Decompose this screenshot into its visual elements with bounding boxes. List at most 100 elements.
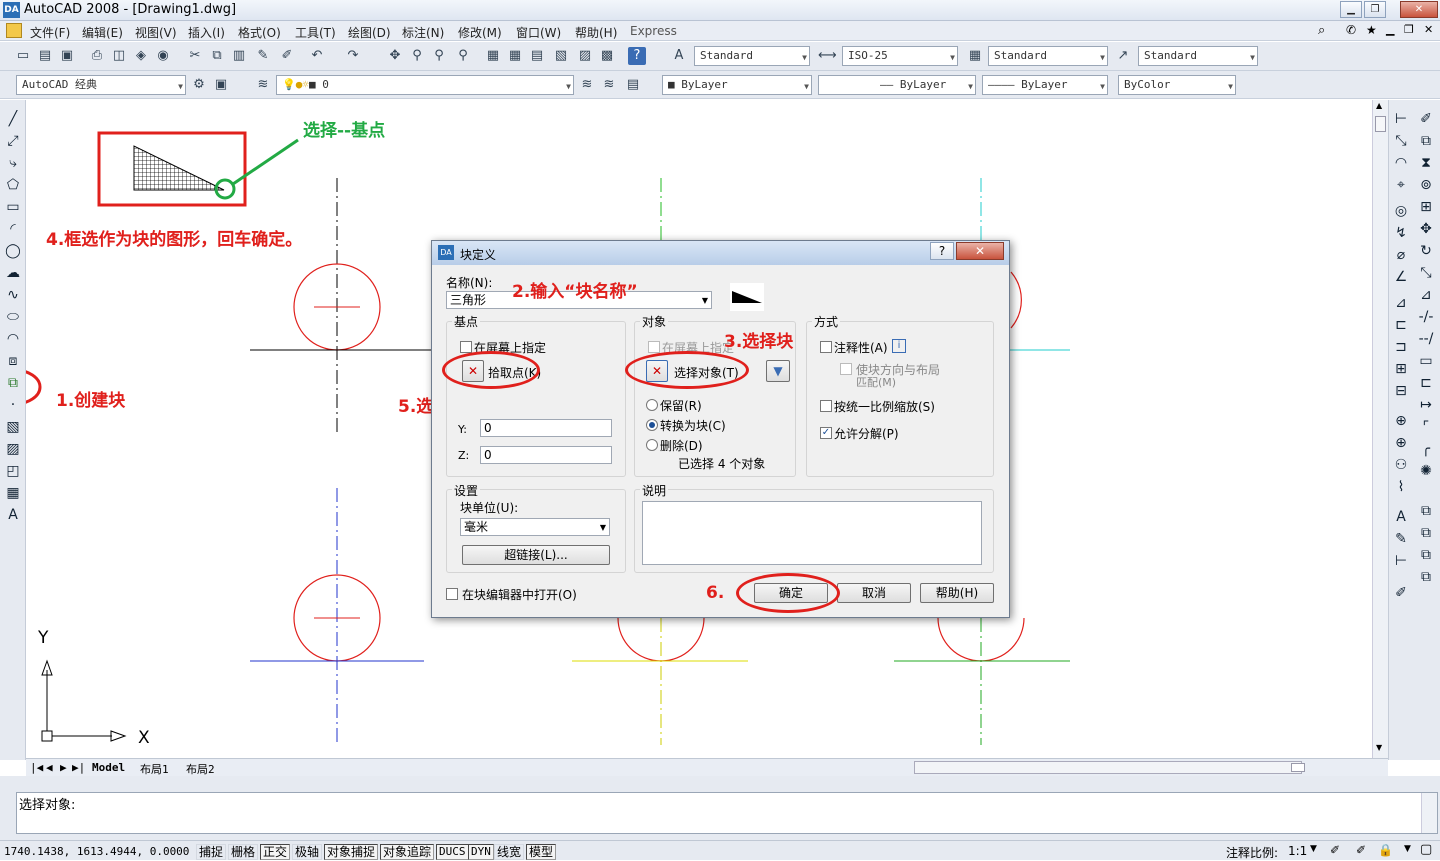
dim-style-icon[interactable]: ⟷ <box>818 47 837 65</box>
menu-express[interactable]: Express <box>630 24 677 38</box>
erase-icon[interactable]: ✐ <box>1417 110 1435 128</box>
dim-break-icon[interactable]: ⊟ <box>1392 382 1410 400</box>
scale-uniformly-checkbox[interactable] <box>820 400 832 412</box>
pan-icon[interactable]: ✥ <box>386 47 404 65</box>
document-icon[interactable] <box>6 23 22 38</box>
tab-layout1[interactable]: 布局1 <box>140 761 169 777</box>
annotation-visibility-icon[interactable]: ✐ <box>1330 843 1340 857</box>
quick-dim-icon[interactable]: ⊿ <box>1392 294 1410 312</box>
otrack-toggle[interactable]: 对象追踪 <box>380 844 435 860</box>
copy-icon[interactable]: ⧉ <box>208 47 226 65</box>
retain-radio[interactable] <box>646 399 658 411</box>
redo-icon[interactable]: ↷ <box>344 47 362 65</box>
zoom-window-icon[interactable]: ⚲ <box>430 47 448 65</box>
allow-explode-checkbox[interactable]: ✓ <box>820 427 832 439</box>
bring-above-icon[interactable]: ⧉ <box>1417 568 1435 586</box>
plot-icon[interactable]: ⎙ <box>88 47 106 65</box>
dim-text-edit-icon[interactable]: ✎ <box>1392 530 1410 548</box>
spline-icon[interactable]: ∿ <box>4 286 22 304</box>
copy-object-icon[interactable]: ⧉ <box>1417 132 1435 150</box>
ortho-toggle[interactable]: 正交 <box>260 844 291 860</box>
doc-restore-icon[interactable]: ❐ <box>1404 23 1414 36</box>
dim-jogged-icon[interactable]: ↯ <box>1392 224 1410 242</box>
dim-angular-icon[interactable]: ∠ <box>1392 268 1410 286</box>
plot-preview-icon[interactable]: ◫ <box>110 47 128 65</box>
gradient-icon[interactable]: ▨ <box>4 440 22 458</box>
sheet-set-icon[interactable]: ▧ <box>552 47 570 65</box>
offset-icon[interactable]: ⊚ <box>1417 176 1435 194</box>
rotate-icon[interactable]: ↻ <box>1417 242 1435 260</box>
scroll-down-icon[interactable]: ▼ <box>1376 743 1382 752</box>
draw-order-icon[interactable]: ⧉ <box>1417 502 1435 520</box>
break-at-point-icon[interactable]: ▭ <box>1417 352 1435 370</box>
restore-button[interactable]: ❐ <box>1364 1 1386 18</box>
tray-menu-icon[interactable]: ▼ <box>1404 844 1411 854</box>
3d-dwf-icon[interactable]: ◉ <box>154 47 172 65</box>
grid-toggle[interactable]: 栅格 <box>228 844 259 860</box>
fillet-icon[interactable]: ╭ <box>1417 440 1435 458</box>
block-editor-icon[interactable]: ✐ <box>278 47 296 65</box>
dialog-close-button[interactable]: ✕ <box>956 242 1004 260</box>
revision-cloud-icon[interactable]: ☁ <box>4 264 22 282</box>
hscroll-thumb[interactable] <box>1291 763 1305 772</box>
save-icon[interactable]: ▣ <box>58 47 76 65</box>
construction-line-icon[interactable]: ⤢ <box>4 132 22 150</box>
mirror-icon[interactable]: ⧗ <box>1417 154 1435 172</box>
menu-window[interactable]: 窗口(W) <box>516 24 561 41</box>
line-icon[interactable]: ╱ <box>4 110 22 128</box>
dim-linear-icon[interactable]: ⊢ <box>1392 110 1410 128</box>
block-unit-select[interactable]: 毫米 ▼ <box>460 518 610 536</box>
insert-block-icon[interactable]: ⧈ <box>4 352 22 370</box>
osnap-toggle[interactable]: 对象捕捉 <box>324 844 379 860</box>
linetype-select[interactable]: —— ByLayer ▼ <box>818 75 976 95</box>
menu-tools[interactable]: 工具(T) <box>295 24 336 41</box>
match-orientation-checkbox[interactable] <box>840 363 852 375</box>
layer-previous-icon[interactable]: ≋ <box>600 76 618 94</box>
text-style-select[interactable]: Standard ▼ <box>694 46 810 66</box>
text-style-icon[interactable]: A <box>670 47 688 65</box>
coordinate-display[interactable]: 1740.1438, 1613.4944, 0.0000 <box>4 845 189 858</box>
search-icon[interactable]: ⌕ <box>1318 23 1325 38</box>
menu-dimension[interactable]: 标注(N) <box>402 24 444 41</box>
polyline-icon[interactable]: ⤷ <box>4 154 22 172</box>
menu-draw[interactable]: 绘图(D) <box>348 24 391 41</box>
snap-toggle[interactable]: 捕捉 <box>196 844 227 860</box>
dialog-help-button[interactable]: ? <box>930 242 954 260</box>
center-mark-icon[interactable]: ⊕ <box>1392 434 1410 452</box>
z-input[interactable]: 0 <box>480 446 612 464</box>
basepoint-onscreen-checkbox[interactable] <box>460 341 472 353</box>
save-workspace-icon[interactable]: ▣ <box>212 76 230 94</box>
hatch-icon[interactable]: ▧ <box>4 418 22 436</box>
info-icon[interactable]: i <box>892 339 906 353</box>
minimize-button[interactable]: ▁ <box>1340 1 1362 18</box>
doc-close-icon[interactable]: ✕ <box>1424 23 1433 36</box>
model-toggle[interactable]: 模型 <box>526 844 557 860</box>
design-center-icon[interactable]: ▦ <box>506 47 524 65</box>
polygon-icon[interactable]: ⬠ <box>4 176 22 194</box>
menu-file[interactable]: 文件(F) <box>30 24 70 41</box>
break-icon[interactable]: ⊏ <box>1417 374 1435 392</box>
lineweight-toggle[interactable]: 线宽 <box>494 844 525 860</box>
menu-format[interactable]: 格式(O) <box>238 24 281 41</box>
undo-icon[interactable]: ↶ <box>308 47 326 65</box>
scroll-up-icon[interactable]: ▲ <box>1376 101 1382 110</box>
join-icon[interactable]: ↦ <box>1417 396 1435 414</box>
lock-icon[interactable]: 🔒 <box>1378 843 1393 857</box>
array-icon[interactable]: ⊞ <box>1417 198 1435 216</box>
doc-minimize-icon[interactable]: ▁ <box>1386 23 1394 36</box>
zoom-previous-icon[interactable]: ⚲ <box>454 47 472 65</box>
paste-icon[interactable]: ▥ <box>230 47 248 65</box>
bring-front-icon[interactable]: ⧉ <box>1417 524 1435 542</box>
objects-onscreen-checkbox[interactable] <box>648 341 660 353</box>
point-icon[interactable]: · <box>4 396 22 414</box>
region-icon[interactable]: ◰ <box>4 462 22 480</box>
dim-space-icon[interactable]: ⊞ <box>1392 360 1410 378</box>
multileader-style-select[interactable]: Standard ▼ <box>1138 46 1258 66</box>
hyperlink-button[interactable]: 超链接(L)... <box>462 545 610 565</box>
dim-radius-icon[interactable]: ◎ <box>1392 202 1410 220</box>
rectangle-icon[interactable]: ▭ <box>4 198 22 216</box>
dim-style-select[interactable]: ISO-25 ▼ <box>842 46 958 66</box>
dim-diameter-icon[interactable]: ⌀ <box>1392 246 1410 264</box>
color-select[interactable]: ■ ByLayer ▼ <box>662 75 812 95</box>
send-back-icon[interactable]: ⧉ <box>1417 546 1435 564</box>
